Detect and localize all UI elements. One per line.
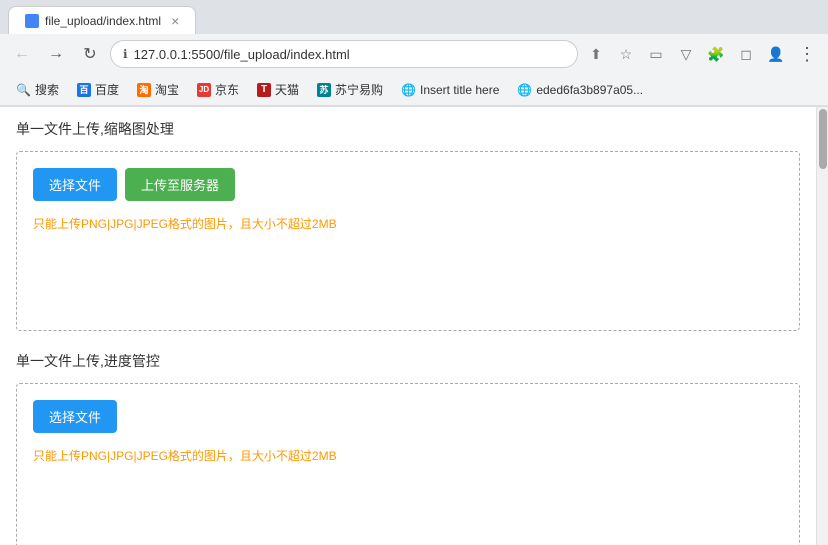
back-button[interactable]: ← bbox=[8, 40, 36, 68]
cast-icon[interactable]: ▭ bbox=[644, 42, 668, 66]
section-progress: 单一文件上传,进度管控 选择文件 只能上传PNG|JPG|JPEG格式的图片，且… bbox=[16, 351, 800, 545]
bookmark-label: 百度 bbox=[95, 81, 119, 98]
bookmark-label: 京东 bbox=[215, 81, 239, 98]
bookmark-insert-title[interactable]: 🌐 Insert title here bbox=[393, 80, 507, 100]
page-content: 单一文件上传,缩略图处理 选择文件 上传至服务器 只能上传PNG|JPG|JPE… bbox=[0, 107, 816, 545]
scrollbar[interactable] bbox=[816, 107, 828, 545]
upload-box-1: 选择文件 上传至服务器 只能上传PNG|JPG|JPEG格式的图片，且大小不超过… bbox=[16, 151, 800, 331]
bookmark-label: Insert title here bbox=[420, 83, 499, 97]
menu-button[interactable]: ⋮ bbox=[794, 40, 820, 69]
star-icon[interactable]: ☆ bbox=[614, 42, 638, 66]
forward-button[interactable]: → bbox=[42, 40, 70, 68]
globe-icon-2: 🌐 bbox=[517, 83, 532, 97]
share-icon[interactable]: ⬆ bbox=[584, 42, 608, 66]
taobao-favicon: 淘 bbox=[137, 83, 151, 97]
bookmark-taobao[interactable]: 淘 淘宝 bbox=[129, 78, 187, 101]
suning-favicon: 苏 bbox=[317, 83, 331, 97]
bookmark-jd[interactable]: JD 京东 bbox=[189, 78, 247, 101]
reload-button[interactable]: ↻ bbox=[76, 40, 104, 68]
hint-text-2: 只能上传PNG|JPG|JPEG格式的图片，且大小不超过2MB bbox=[33, 447, 783, 464]
bookmarks-bar: 🔍 搜索 百 百度 淘 淘宝 JD 京东 T 天猫 苏 苏宁易购 🌐 Inser… bbox=[0, 74, 828, 106]
address-bar: ← → ↻ ℹ 127.0.0.1:5500/file_upload/index… bbox=[0, 34, 828, 74]
tab-close-button[interactable]: × bbox=[171, 13, 179, 29]
info-icon: ℹ bbox=[123, 47, 128, 61]
choose-file-button-2[interactable]: 选择文件 bbox=[33, 400, 117, 433]
button-row-1: 选择文件 上传至服务器 bbox=[33, 168, 783, 201]
url-text: 127.0.0.1:5500/file_upload/index.html bbox=[134, 47, 565, 62]
bookmark-baidu[interactable]: 百 百度 bbox=[69, 78, 127, 101]
globe-icon-1: 🌐 bbox=[401, 83, 416, 97]
bookmark-label: 苏宁易购 bbox=[335, 81, 383, 98]
section2-title: 单一文件上传,进度管控 bbox=[16, 351, 800, 371]
bookmark-suning[interactable]: 苏 苏宁易购 bbox=[309, 78, 391, 101]
account-icon[interactable]: 👤 bbox=[764, 42, 788, 66]
bookmark-hash[interactable]: 🌐 eded6fa3b897a05... bbox=[509, 80, 651, 100]
scroll-thumb[interactable] bbox=[819, 109, 827, 169]
choose-file-button-1[interactable]: 选择文件 bbox=[33, 168, 117, 201]
hint-text-1: 只能上传PNG|JPG|JPEG格式的图片，且大小不超过2MB bbox=[33, 215, 783, 232]
section-thumbnail: 单一文件上传,缩略图处理 选择文件 上传至服务器 只能上传PNG|JPG|JPE… bbox=[16, 119, 800, 331]
section1-title: 单一文件上传,缩略图处理 bbox=[16, 119, 800, 139]
extension-icon[interactable]: ▽ bbox=[674, 42, 698, 66]
bookmark-label: 淘宝 bbox=[155, 81, 179, 98]
bookmark-label: eded6fa3b897a05... bbox=[536, 83, 643, 97]
tab-favicon bbox=[25, 14, 39, 28]
baidu-favicon: 百 bbox=[77, 83, 91, 97]
jd-favicon: JD bbox=[197, 83, 211, 97]
url-bar[interactable]: ℹ 127.0.0.1:5500/file_upload/index.html bbox=[110, 40, 578, 68]
bookmark-search[interactable]: 🔍 搜索 bbox=[8, 78, 67, 101]
bookmark-label: 天猫 bbox=[275, 81, 299, 98]
button-row-2: 选择文件 bbox=[33, 400, 783, 433]
upload-box-2: 选择文件 只能上传PNG|JPG|JPEG格式的图片，且大小不超过2MB bbox=[16, 383, 800, 545]
bookmark-tianmao[interactable]: T 天猫 bbox=[249, 78, 307, 101]
tianmao-favicon: T bbox=[257, 83, 271, 97]
browser-tab[interactable]: file_upload/index.html × bbox=[8, 6, 196, 34]
window-icon[interactable]: ◻ bbox=[734, 42, 758, 66]
search-favicon: 🔍 bbox=[16, 83, 31, 97]
bookmark-label: 搜索 bbox=[35, 81, 59, 98]
tab-title: file_upload/index.html bbox=[45, 14, 161, 28]
upload-server-button[interactable]: 上传至服务器 bbox=[125, 168, 235, 201]
puzzle-icon[interactable]: 🧩 bbox=[704, 42, 728, 66]
